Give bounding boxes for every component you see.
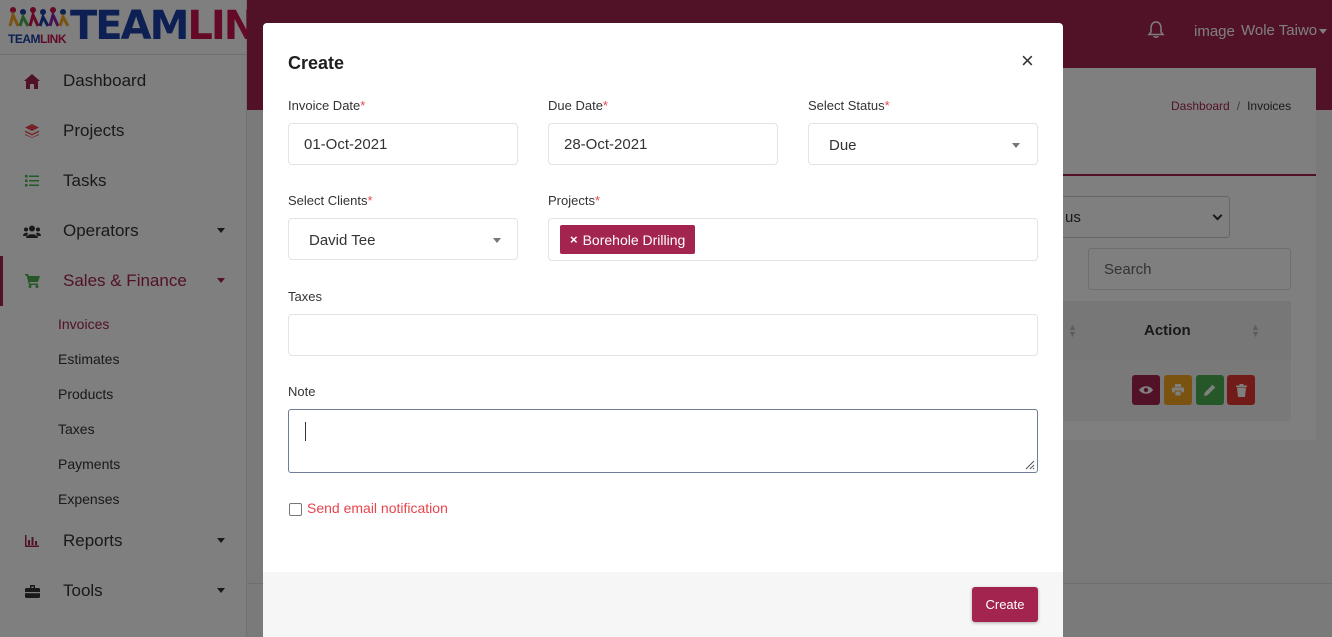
clients-label-text: Select Clients — [288, 193, 368, 208]
note-textarea[interactable] — [288, 409, 1038, 473]
create-invoice-modal: Create × Invoice Date* 01-Oct-2021 Due D… — [263, 23, 1063, 637]
chevron-down-icon — [1012, 143, 1020, 148]
project-tag: × Borehole Drilling — [560, 225, 696, 254]
projects-label-text: Projects — [548, 193, 595, 208]
status-label-text: Select Status — [808, 98, 885, 113]
modal-footer: Create — [263, 572, 1063, 637]
required-mark: * — [884, 98, 890, 113]
close-button[interactable]: × — [1021, 50, 1034, 72]
invoice-date-label-text: Invoice Date — [288, 98, 361, 113]
due-date-value: 28-Oct-2021 — [564, 136, 648, 153]
projects-multiselect[interactable]: × Borehole Drilling — [548, 218, 1038, 261]
due-date-field[interactable]: 28-Oct-2021 — [548, 123, 778, 165]
invoice-date-label: Invoice Date* — [288, 98, 365, 113]
status-select[interactable]: Due — [808, 123, 1038, 165]
projects-label: Projects* — [548, 193, 600, 208]
email-notification-label[interactable]: Send email notification — [307, 500, 448, 516]
note-label: Note — [288, 384, 316, 399]
status-select-value: Due — [829, 137, 857, 154]
clients-select[interactable]: David Tee — [288, 218, 518, 260]
chevron-down-icon — [493, 238, 501, 243]
clients-select-value: David Tee — [309, 232, 376, 249]
required-mark: * — [367, 193, 373, 208]
status-label: Select Status* — [808, 98, 890, 113]
create-button[interactable]: Create — [972, 587, 1038, 622]
modal-title: Create — [288, 53, 345, 73]
email-notification-checkbox[interactable] — [289, 503, 302, 516]
invoice-date-value: 01-Oct-2021 — [304, 136, 388, 153]
required-mark: * — [602, 98, 608, 113]
taxes-label: Taxes — [288, 289, 322, 304]
taxes-field[interactable] — [288, 314, 1038, 356]
required-mark: * — [360, 98, 366, 113]
project-tag-label: Borehole Drilling — [582, 231, 686, 248]
due-date-label-text: Due Date — [548, 98, 603, 113]
invoice-date-field[interactable]: 01-Oct-2021 — [288, 123, 518, 165]
clients-label: Select Clients* — [288, 193, 373, 208]
tag-remove-button[interactable]: × — [570, 232, 578, 247]
text-cursor — [305, 422, 306, 441]
resize-grip-icon[interactable] — [1023, 458, 1035, 470]
required-mark: * — [594, 193, 601, 208]
due-date-label: Due Date* — [548, 98, 608, 113]
